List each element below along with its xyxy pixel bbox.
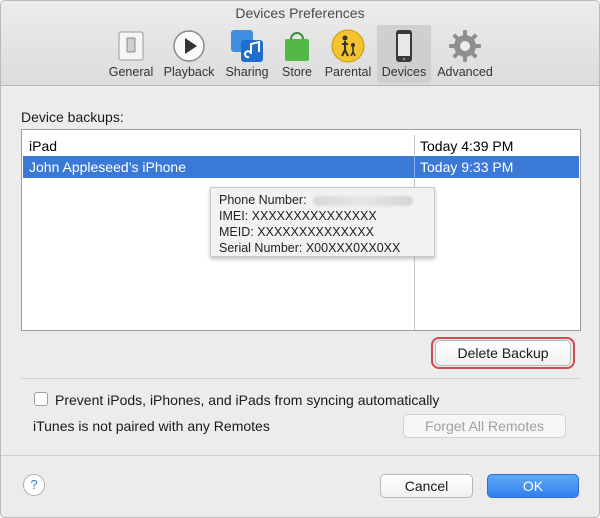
tab-general[interactable]: General — [105, 25, 157, 83]
delete-backup-button[interactable]: Delete Backup — [435, 340, 571, 366]
tooltip-phone-row: Phone Number: — [219, 192, 426, 208]
preferences-window: Devices Preferences General Playback Sha… — [0, 0, 600, 518]
phone-number-label: Phone Number: — [219, 193, 307, 207]
column-divider — [414, 156, 415, 178]
serial-number-text: Serial Number: X00XXX0XX0XX — [219, 241, 401, 255]
device-backups-label: Device backups: — [21, 109, 124, 125]
forget-all-remotes-button[interactable]: Forget All Remotes — [403, 414, 566, 438]
tab-devices[interactable]: Devices — [377, 25, 431, 83]
toolbar: Devices Preferences General Playback Sha… — [1, 1, 599, 86]
music-note-icon — [231, 30, 263, 62]
tab-label: Devices — [381, 65, 427, 79]
window-title: Devices Preferences — [235, 5, 365, 21]
meid-text: MEID: XXXXXXXXXXXXXX — [219, 225, 374, 239]
divider — [21, 378, 581, 379]
backup-row-ipad[interactable]: iPad Today 4:39 PM — [23, 135, 579, 157]
switch-icon — [118, 31, 144, 61]
tab-parental[interactable]: Parental — [321, 25, 375, 83]
prevent-sync-label[interactable]: Prevent iPods, iPhones, and iPads from s… — [55, 392, 439, 408]
iphone-icon — [396, 30, 412, 62]
redacted-phone-number — [312, 195, 413, 206]
device-info-tooltip: Phone Number: IMEI: XXXXXXXXXXXXXXX MEID… — [210, 187, 435, 257]
backup-date: Today 9:33 PM — [420, 159, 514, 175]
help-button[interactable]: ? — [23, 474, 45, 496]
tab-label: Store — [282, 65, 312, 79]
tab-store[interactable]: Store — [275, 25, 319, 83]
shopping-bag-icon — [285, 32, 309, 61]
ok-button[interactable]: OK — [487, 474, 579, 498]
backup-date: Today 4:39 PM — [420, 138, 514, 154]
tab-label: Playback — [163, 65, 215, 79]
footer-divider — [1, 455, 599, 456]
backup-row-iphone[interactable]: John Appleseed’s iPhone Today 9:33 PM — [23, 156, 579, 178]
parental-icon — [331, 29, 365, 63]
tab-advanced[interactable]: Advanced — [433, 25, 497, 83]
tab-label: General — [108, 65, 154, 79]
tab-label: Advanced — [437, 65, 493, 79]
tab-label: Parental — [324, 65, 372, 79]
prevent-sync-checkbox[interactable] — [34, 392, 48, 406]
tab-label: Sharing — [225, 65, 269, 79]
tab-sharing[interactable]: Sharing — [221, 25, 273, 83]
imei-text: IMEI: XXXXXXXXXXXXXXX — [219, 209, 377, 223]
play-icon — [173, 30, 205, 62]
cancel-button[interactable]: Cancel — [380, 474, 473, 498]
backup-name: John Appleseed’s iPhone — [29, 159, 186, 175]
gear-icon — [449, 30, 481, 62]
remotes-status-text: iTunes is not paired with any Remotes — [33, 418, 270, 434]
tab-playback[interactable]: Playback — [159, 25, 219, 83]
backup-name: iPad — [29, 138, 58, 154]
column-divider — [414, 135, 415, 157]
